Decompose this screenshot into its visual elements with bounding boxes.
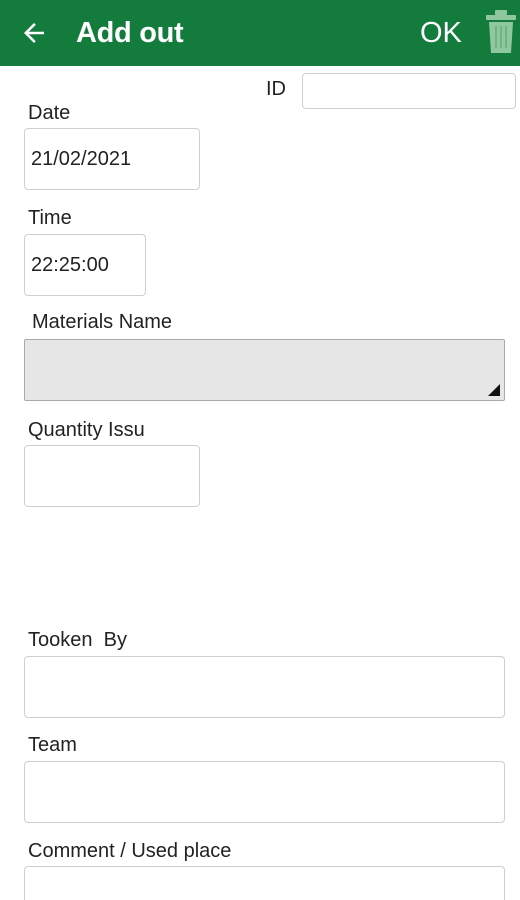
app-bar: Add out OK — [0, 0, 520, 66]
id-label: ID — [266, 78, 286, 100]
quantity-issued-label: Quantity Issu — [28, 419, 145, 441]
ok-button[interactable]: OK — [420, 13, 462, 53]
delete-button[interactable] — [484, 8, 518, 56]
dropdown-corner-icon — [488, 384, 500, 396]
back-button[interactable] — [14, 13, 54, 53]
team-field[interactable] — [24, 761, 505, 823]
time-label: Time — [28, 207, 72, 229]
arrow-left-icon — [24, 23, 44, 43]
tooken-by-field[interactable] — [24, 656, 505, 718]
comment-label: Comment / Used place — [28, 840, 232, 862]
quantity-issued-field[interactable] — [24, 445, 200, 507]
time-field[interactable] — [24, 234, 146, 296]
comment-field[interactable] — [24, 866, 505, 900]
materials-name-label: Materials Name — [32, 311, 173, 333]
date-label: Date — [28, 102, 71, 124]
team-label: Team — [28, 734, 77, 756]
tooken-by-label: Tooken By — [28, 629, 127, 651]
materials-name-select[interactable] — [24, 339, 505, 401]
page-title: Add out — [76, 17, 184, 49]
date-field[interactable] — [24, 128, 200, 190]
trash-icon — [486, 10, 516, 53]
id-field[interactable] — [302, 73, 516, 109]
